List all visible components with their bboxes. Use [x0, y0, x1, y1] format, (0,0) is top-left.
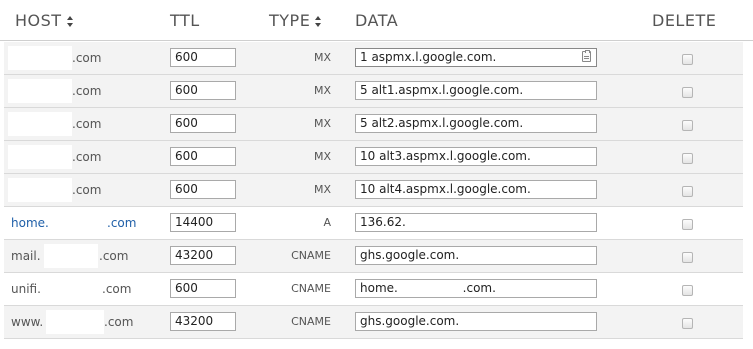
host-cell: .com — [4, 174, 154, 206]
data-input[interactable]: 1 aspmx.l.google.com. — [355, 48, 597, 67]
column-header-delete: DELETE — [652, 11, 716, 30]
redacted-host-mask — [8, 145, 72, 169]
redacted-host-mask — [44, 244, 98, 268]
host-prefix: www. — [11, 315, 44, 329]
host-prefix: mail. — [11, 249, 41, 263]
dns-records-table: HOST TTL TYPE DATA DELETE .com 600 MX 1 … — [0, 0, 753, 349]
redacted-host-mask — [8, 46, 72, 70]
host-suffix: .com — [107, 216, 137, 230]
column-header-type-label: TYPE — [269, 11, 311, 30]
data-input[interactable]: 5 alt2.aspmx.l.google.com. — [355, 114, 597, 133]
delete-checkbox[interactable] — [682, 252, 693, 263]
host-cell: .com — [4, 42, 154, 74]
delete-checkbox[interactable] — [682, 54, 693, 65]
host-cell: .com — [4, 75, 154, 107]
record-type: CNAME — [291, 249, 331, 262]
table-row: mail. .com 43200 CNAME ghs.google.com. — [4, 240, 743, 273]
host-cell: unifi. .com — [4, 273, 154, 305]
table-row: www. .com 43200 CNAME ghs.google.com. — [4, 306, 743, 339]
record-type: A — [323, 216, 331, 229]
delete-checkbox[interactable] — [682, 318, 693, 329]
table-row: unifi. .com 600 CNAME home. .com. — [4, 273, 743, 306]
host-prefix: home. — [11, 216, 49, 230]
ttl-input[interactable]: 14400 — [170, 213, 236, 232]
ttl-input[interactable]: 600 — [170, 279, 236, 298]
host-cell: .com — [4, 141, 154, 173]
delete-checkbox[interactable] — [682, 186, 693, 197]
redacted-host-mask — [46, 310, 104, 334]
host-suffix: .com — [72, 150, 102, 164]
host-cell: .com — [4, 108, 154, 140]
column-header-type[interactable]: TYPE — [269, 11, 322, 30]
sort-arrows-icon[interactable] — [66, 16, 74, 27]
host-cell: mail. .com — [4, 240, 154, 272]
data-input[interactable]: 10 alt3.aspmx.l.google.com. — [355, 147, 597, 166]
ttl-input[interactable]: 600 — [170, 180, 236, 199]
data-input[interactable]: 10 alt4.aspmx.l.google.com. — [355, 180, 597, 199]
ttl-input[interactable]: 600 — [170, 147, 236, 166]
column-header-data: DATA — [355, 11, 398, 30]
ttl-input[interactable]: 600 — [170, 81, 236, 100]
table-row: home. .com 14400 A 136.62. — [4, 207, 743, 240]
host-suffix: .com — [72, 117, 102, 131]
delete-checkbox[interactable] — [682, 153, 693, 164]
delete-checkbox[interactable] — [682, 87, 693, 98]
table-row: .com 600 MX 5 alt2.aspmx.l.google.com. — [4, 108, 743, 141]
data-input[interactable]: ghs.google.com. — [355, 246, 597, 265]
data-input[interactable]: home. .com. — [355, 279, 597, 298]
data-input[interactable]: 136.62. — [355, 213, 597, 232]
record-type: MX — [313, 183, 331, 196]
ttl-input[interactable]: 600 — [170, 48, 236, 67]
data-input-value: 1 aspmx.l.google.com. — [360, 50, 497, 64]
record-type: CNAME — [291, 282, 331, 295]
redacted-host-mask — [8, 112, 72, 136]
delete-checkbox[interactable] — [682, 219, 693, 230]
table-row: .com 600 MX 5 alt1.aspmx.l.google.com. — [4, 75, 743, 108]
record-type: MX — [313, 150, 331, 163]
host-suffix: .com — [104, 315, 134, 329]
host-suffix: .com — [99, 249, 129, 263]
data-input[interactable]: ghs.google.com. — [355, 312, 597, 331]
ttl-input[interactable]: 43200 — [170, 312, 236, 331]
host-cell-link[interactable]: home. .com — [4, 207, 154, 239]
redacted-host-mask — [8, 79, 72, 103]
host-prefix: unifi. — [11, 282, 41, 296]
host-suffix: .com — [72, 84, 102, 98]
table-row: .com 600 MX 10 alt4.aspmx.l.google.com. — [4, 174, 743, 207]
record-type: MX — [313, 51, 331, 64]
column-header-data-label: DATA — [355, 11, 399, 30]
delete-checkbox[interactable] — [682, 285, 693, 296]
delete-checkbox[interactable] — [682, 120, 693, 131]
host-suffix: .com — [72, 183, 102, 197]
host-cell: www. .com — [4, 306, 154, 338]
host-suffix: .com — [72, 51, 102, 65]
table-header: HOST TTL TYPE DATA DELETE — [0, 0, 753, 41]
column-header-ttl-label: TTL — [170, 11, 200, 30]
table-row: .com 600 MX 1 aspmx.l.google.com. — [4, 42, 743, 75]
column-header-host[interactable]: HOST — [15, 11, 74, 30]
record-type: MX — [313, 84, 331, 97]
redacted-host-mask — [8, 178, 72, 202]
record-type: CNAME — [291, 315, 331, 328]
column-header-delete-label: DELETE — [652, 11, 717, 30]
record-type: MX — [313, 117, 331, 130]
table-row: .com 600 MX 10 alt3.aspmx.l.google.com. — [4, 141, 743, 174]
sort-arrows-icon[interactable] — [315, 16, 322, 27]
column-header-ttl: TTL — [170, 11, 200, 30]
clipboard-icon[interactable] — [582, 50, 591, 62]
data-input[interactable]: 5 alt1.aspmx.l.google.com. — [355, 81, 597, 100]
column-header-host-label: HOST — [15, 11, 62, 30]
host-suffix: .com — [102, 282, 132, 296]
ttl-input[interactable]: 600 — [170, 114, 236, 133]
ttl-input[interactable]: 43200 — [170, 246, 236, 265]
